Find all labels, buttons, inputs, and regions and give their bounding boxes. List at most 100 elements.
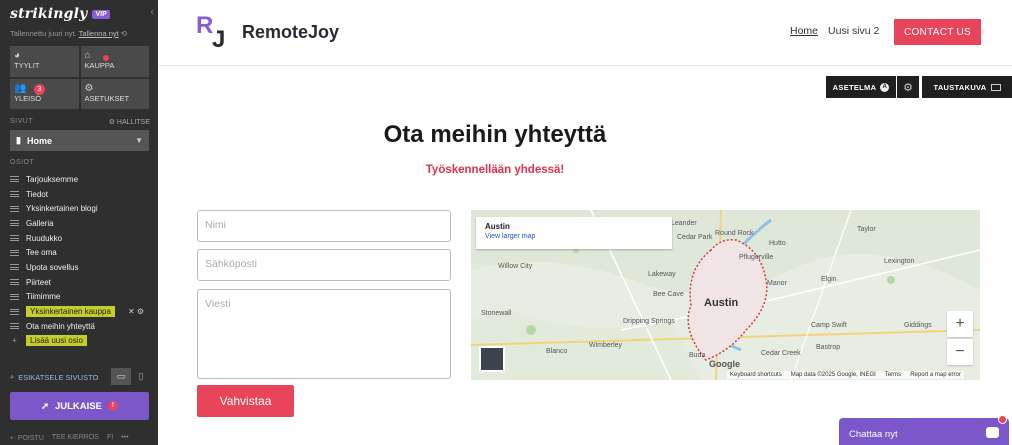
brand-name[interactable]: RemoteJoy [242,22,339,43]
drag-handle-icon[interactable] [10,191,19,198]
tool-grid: ◕ TYYLIT ⌂ KAUPPA 👥 3 YLEISÖ ⚙ ASETUKSET [10,46,149,109]
google-logo: Google [709,359,740,369]
drag-handle-icon[interactable] [10,323,19,330]
background-button[interactable]: TAUSTAKUVA [922,76,1012,98]
keyboard-shortcuts-link[interactable]: Keyboard shortcuts [730,372,782,378]
section-subtitle[interactable]: Työskennellään yhdessä! [158,164,832,176]
more-icon[interactable]: ••• [121,434,128,442]
drag-handle-icon[interactable] [10,249,19,256]
preview-site-link[interactable]: ⌕ ESIKATSELE SIVUSTO [10,372,98,382]
site-canvas: R J RemoteJoy Home Uusi sivu 2 CONTACT U… [158,0,1012,445]
section-item[interactable]: Tiimimme [10,290,155,305]
section-label: Ruudukko [26,233,63,243]
tour-link[interactable]: TEE KIERROS [52,434,99,442]
zoom-out-button[interactable]: − [947,339,973,365]
sidebar-footer: ⇠ POISTU TEE KIERROS FI ••• [10,434,155,442]
mobile-icon: ▯ [138,371,144,381]
section-item[interactable]: Ruudukko [10,231,155,246]
contact-us-button[interactable]: CONTACT US [894,19,981,45]
page-selector[interactable]: ▮ Home ▼ [10,130,149,151]
add-section-button[interactable]: + Lisää uusi osio [10,334,155,349]
section-item[interactable]: Yksinkertainen blogi [10,201,155,216]
submit-button[interactable]: Vahvistaa [197,385,294,417]
section-item[interactable]: Galleria [10,216,155,231]
save-now-link[interactable]: Tallenna nyt [79,29,119,38]
satellite-toggle[interactable] [479,346,505,372]
section-item[interactable]: Piirteet [10,275,155,290]
styles-button[interactable]: ◕ TYYLIT [10,46,79,77]
section-item-selected[interactable]: Yksinkertainen kauppa ✕ ⚙ [10,304,155,319]
mobile-view-button[interactable]: ▯ [135,368,147,385]
name-field[interactable]: Nimi [197,210,451,242]
styles-label: TYYLIT [14,61,40,70]
map-place: Round Rock [715,230,754,237]
report-error-link[interactable]: Report a map error [910,372,961,378]
map-place: Giddings [904,322,932,329]
store-label: KAUPPA [84,61,115,70]
layout-button[interactable]: ASETELMA A [826,76,896,98]
palette-icon: ◕ [14,50,21,61]
section-item[interactable]: Upota sovellus [10,260,155,275]
background-label: TAUSTAKUVA [933,82,987,92]
manage-pages-button[interactable]: ⚙ HALLITSE [109,118,150,126]
drag-handle-icon[interactable] [10,308,19,315]
view-larger-map-link[interactable]: View larger map [485,233,663,240]
drag-handle-icon[interactable] [10,176,19,183]
rocket-icon: ➚ [41,400,49,412]
pages-label: SIVUT [10,118,34,125]
drag-handle-icon[interactable] [10,279,19,286]
site-header: R J RemoteJoy Home Uusi sivu 2 CONTACT U… [158,0,1012,66]
section-label: Tiimimme [26,292,61,302]
drag-handle-icon[interactable] [10,235,19,242]
message-field[interactable]: Viesti [197,289,451,379]
section-settings-icon[interactable]: ⚙ [137,307,144,316]
terms-link[interactable]: Terms [885,372,901,378]
drag-handle-icon[interactable] [10,264,19,271]
chat-widget[interactable]: Chattaa nyt [839,415,1009,445]
map-data-attribution: Map data ©2025 Google, INEGI [790,372,876,378]
svg-text:J: J [212,26,225,49]
map-place: Blanco [546,348,568,355]
map-place: Lexington [884,258,915,265]
delete-section-icon[interactable]: ✕ [128,307,135,316]
map-info-card: Austin View larger map [476,217,672,249]
settings-label: ASETUKSET [84,93,130,103]
map-place: Taylor [857,226,876,233]
language-link[interactable]: FI [107,434,113,442]
collapse-sidebar-icon[interactable]: ‹ [150,6,154,18]
plus-icon: + [12,336,17,346]
publish-label: JULKAISE [54,400,102,412]
map-place: Elgin [821,276,837,283]
section-settings-button[interactable]: ⚙ [897,76,919,98]
section-list: Tarjouksemme Tiedot Yksinkertainen blogi… [10,172,155,348]
publish-button[interactable]: ➚ JULKAISE ! [10,392,149,420]
section-label: Yksinkertainen blogi [26,204,98,214]
drag-handle-icon[interactable] [10,205,19,212]
gear-icon: ⚙ [84,82,94,94]
drag-handle-icon[interactable] [10,293,19,300]
current-page: Home [26,135,52,146]
section-item[interactable]: Ota meihin yhteyttä [10,319,155,334]
map-embed[interactable]: Austin Round Rock Cedar Park Hutto Pflug… [471,210,980,380]
map-place: Stonewall [481,310,512,317]
section-item[interactable]: Tee oma [10,245,155,260]
map-place: Bastrop [816,344,841,351]
map-place: Lakeway [648,271,676,278]
email-field[interactable]: Sähköposti [197,249,451,281]
settings-button[interactable]: ⚙ ASETUKSET [80,78,149,109]
audience-button[interactable]: 👥 3 YLEISÖ [10,78,79,109]
exit-link[interactable]: ⇠ POISTU [10,434,44,442]
map-place: Leander [671,220,697,227]
section-label: Upota sovellus [26,262,79,272]
section-item[interactable]: Tarjouksemme [10,172,155,187]
store-button[interactable]: ⌂ KAUPPA [80,46,149,77]
section-label: Tarjouksemme [26,174,79,184]
nav-page-2[interactable]: Uusi sivu 2 [828,25,879,37]
desktop-view-button[interactable]: ▭ [111,368,131,385]
save-status: Tallennettu juuri nyt. Tallenna nyt ⟲ [10,29,127,38]
nav-home[interactable]: Home [790,25,818,37]
zoom-in-button[interactable]: + [947,311,973,337]
section-item[interactable]: Tiedot [10,187,155,202]
section-title[interactable]: Ota meihin yhteyttä [158,121,832,149]
drag-handle-icon[interactable] [10,220,19,227]
